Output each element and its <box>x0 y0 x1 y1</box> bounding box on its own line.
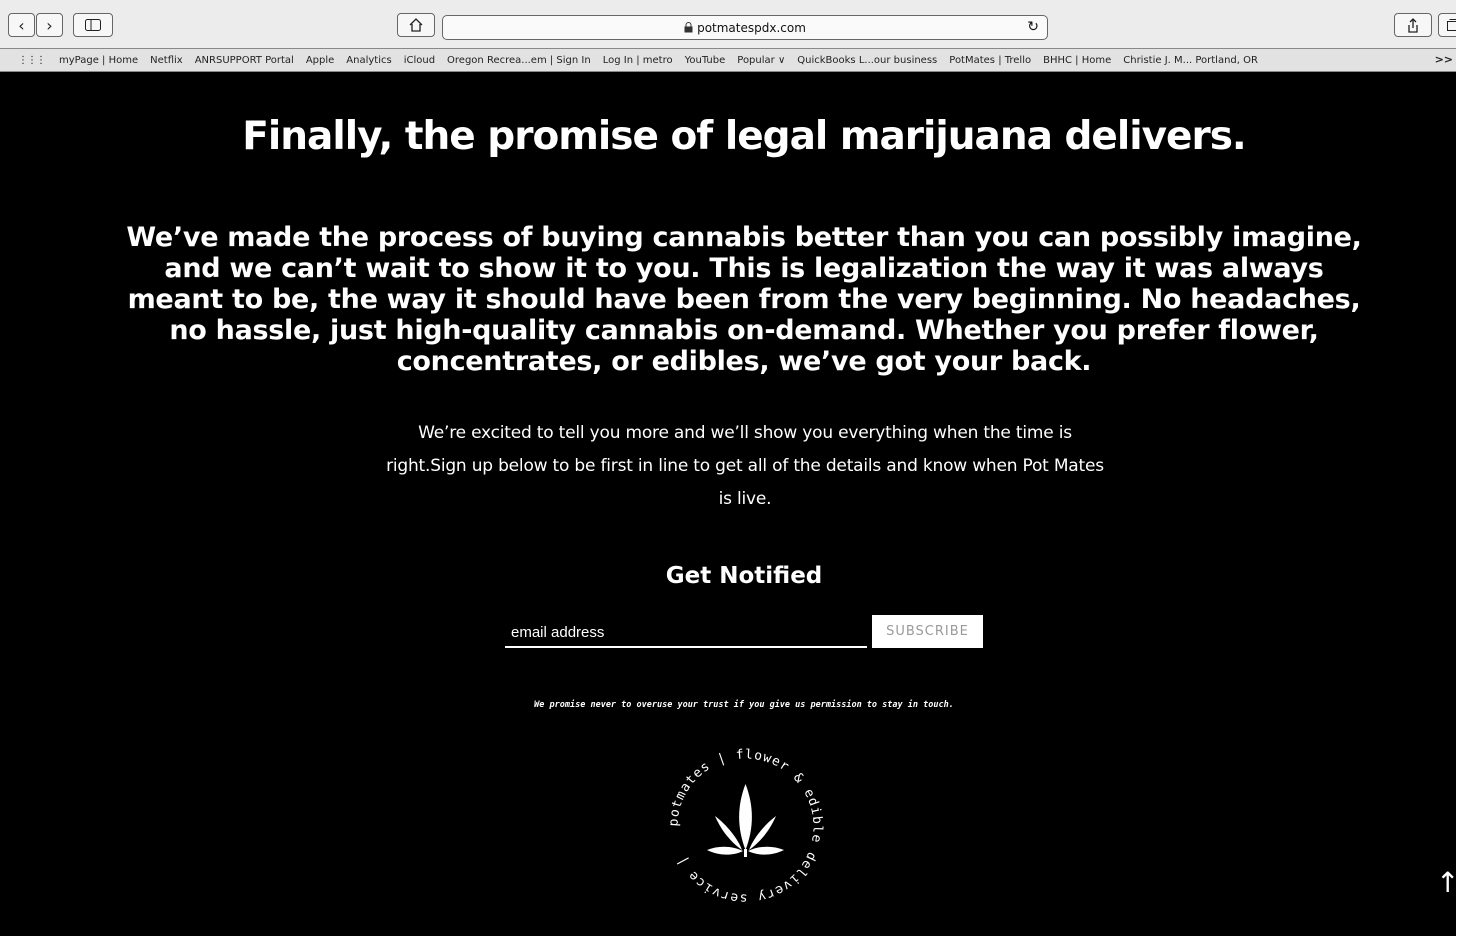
home-button[interactable] <box>397 13 435 37</box>
notify-heading: Get Notified <box>665 563 823 589</box>
chevron-left-icon: ‹ <box>18 15 25 35</box>
bookmark-item[interactable]: QuickBooks L...our business <box>797 55 937 66</box>
privacy-promise: We promise never to overuse your trust i… <box>534 700 954 710</box>
bookmark-item[interactable]: Netflix <box>150 55 183 66</box>
chevron-right-icon: › <box>46 15 53 35</box>
bookmark-item[interactable]: ANRSUPPORT Portal <box>195 55 294 66</box>
bookmarks-bar: ⋮⋮⋮ myPage | Home Netflix ANRSUPPORT Por… <box>0 49 1463 72</box>
url-text: potmatespdx.com <box>697 20 806 35</box>
address-bar[interactable]: potmatespdx.com ↻ <box>442 15 1048 40</box>
bookmark-item[interactable]: PotMates | Trello <box>949 55 1031 66</box>
back-button[interactable]: ‹ <box>8 13 35 37</box>
bookmark-item[interactable]: Analytics <box>346 55 391 66</box>
bookmark-item[interactable]: myPage | Home <box>59 55 138 66</box>
email-input[interactable] <box>505 618 867 648</box>
forward-button[interactable]: › <box>36 13 63 37</box>
grid-icon[interactable]: ⋮⋮⋮ <box>18 55 46 66</box>
share-button[interactable] <box>1394 13 1432 37</box>
sidebar-button[interactable] <box>73 13 113 37</box>
intro-paragraph: We’re excited to tell you more and we’ll… <box>386 423 1104 509</box>
landing-page: Finally, the promise of legal marijuana … <box>0 72 1463 936</box>
home-icon <box>409 18 423 32</box>
lock-icon <box>684 22 693 33</box>
bookmark-item[interactable]: Log In | metro <box>603 55 673 66</box>
bookmark-item[interactable]: iCloud <box>404 55 435 66</box>
page-headline: Finally, the promise of legal marijuana … <box>242 114 1247 159</box>
subscribe-button[interactable]: SUBSCRIBE <box>872 615 983 648</box>
bookmark-item[interactable]: Popular ∨ <box>737 55 785 66</box>
potmates-seal-logo: potmates | flower & edible delivery serv… <box>666 747 823 905</box>
sidebar-icon <box>85 19 101 31</box>
reload-icon[interactable]: ↻ <box>1027 19 1039 35</box>
bookmark-item[interactable]: Christie J. M... Portland, OR <box>1123 55 1258 66</box>
cannabis-leaf-icon <box>707 784 784 857</box>
bookmark-item[interactable]: YouTube <box>685 55 726 66</box>
window-edge <box>1456 0 1463 936</box>
bookmark-item[interactable]: BHHC | Home <box>1043 55 1111 66</box>
bookmarks-overflow-button[interactable]: >> <box>1435 53 1453 66</box>
lead-paragraph: We’ve made the process of buying cannabi… <box>126 222 1362 377</box>
bookmark-item[interactable]: Oregon Recrea...em | Sign In <box>447 55 591 66</box>
share-icon <box>1408 17 1418 33</box>
bookmark-item[interactable]: Apple <box>306 55 334 66</box>
browser-toolbar: ‹ › potmatespdx.com ↻ <box>0 0 1463 49</box>
